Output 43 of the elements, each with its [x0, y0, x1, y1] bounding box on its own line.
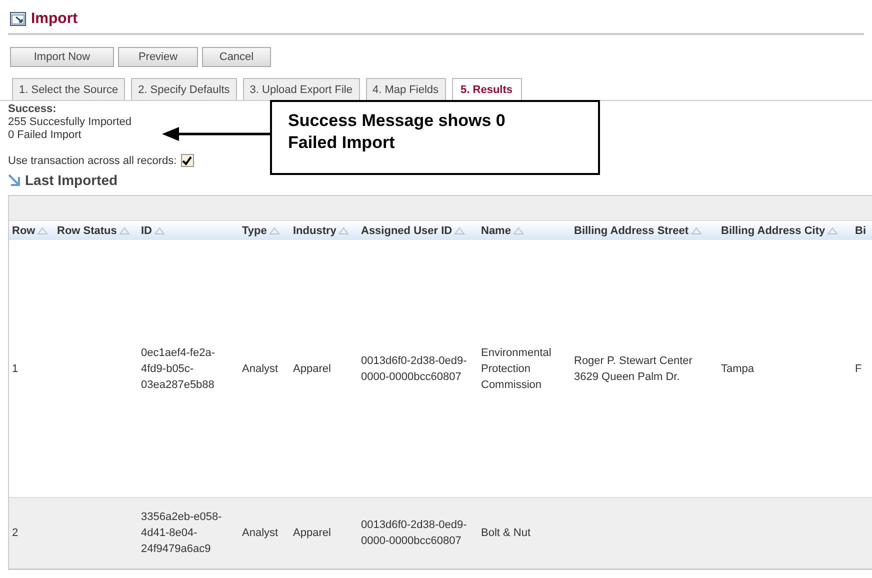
tab[interactable]: 5. Results — [452, 78, 522, 101]
table-cell: Apparel — [293, 362, 331, 374]
table-cell: Analyst — [242, 362, 278, 374]
table-cell: 0013d6f0-2d38-0ed9-0000-0000bcc60807 — [361, 354, 467, 382]
action-button[interactable]: Import Now — [10, 47, 114, 67]
table-cell: Analyst — [242, 527, 278, 539]
import-icon — [10, 12, 26, 26]
table-cell: Bolt & Nut — [481, 527, 531, 539]
callout-box: Success Message shows 0 Failed Import — [270, 100, 600, 175]
column-header[interactable]: ID — [141, 224, 165, 236]
table-cell: 1 — [12, 362, 18, 374]
action-button[interactable]: Cancel — [202, 47, 271, 67]
sort-icon[interactable] — [512, 226, 524, 236]
section-title: Last Imported — [25, 172, 118, 188]
checkbox[interactable] — [180, 154, 194, 167]
action-button[interactable]: Preview — [118, 47, 198, 67]
sort-icon[interactable] — [154, 226, 165, 236]
table-cell: 2 — [12, 527, 18, 539]
table-cell: 3356a2eb-e058-4d41-8e04-24f9479a6ac9 — [141, 511, 222, 555]
result-line: 255 Succesfully Imported — [8, 116, 132, 129]
table-cell: Apparel — [293, 527, 331, 539]
sort-icon[interactable] — [268, 226, 280, 236]
table-cell: Roger P. Stewart Center 3629 Queen Palm Dr. — [574, 354, 692, 382]
sort-icon[interactable] — [338, 226, 350, 236]
tab[interactable]: 3. Upload Export File — [242, 78, 360, 100]
tab[interactable]: 2. Specify Defaults — [131, 78, 237, 100]
table-cell: Environmental Protection Commission — [481, 346, 552, 390]
sort-icon[interactable] — [690, 226, 702, 236]
option-label: Use transaction across all records: — [8, 155, 177, 167]
sort-icon[interactable] — [118, 226, 130, 236]
table-cell: 0ec1aef4-fe2a-4fd9-b05c-03ea287e5b88 — [141, 346, 215, 390]
result-line: 0 Failed Import — [8, 129, 82, 142]
page-title: Import — [31, 10, 78, 27]
tab[interactable]: 4. Map Fields — [366, 78, 446, 100]
table-cell: Tampa — [721, 362, 754, 374]
result-heading: Success: — [8, 103, 58, 116]
sort-icon[interactable] — [454, 226, 466, 236]
table-cell: F — [855, 362, 862, 374]
sort-icon[interactable] — [827, 226, 838, 236]
sort-icon[interactable] — [37, 226, 48, 236]
table-cell: 0013d6f0-2d38-0ed9-0000-0000bcc60807 — [361, 519, 467, 547]
tab[interactable]: 1. Select the Source — [12, 78, 126, 100]
arrow-icon — [8, 174, 21, 186]
